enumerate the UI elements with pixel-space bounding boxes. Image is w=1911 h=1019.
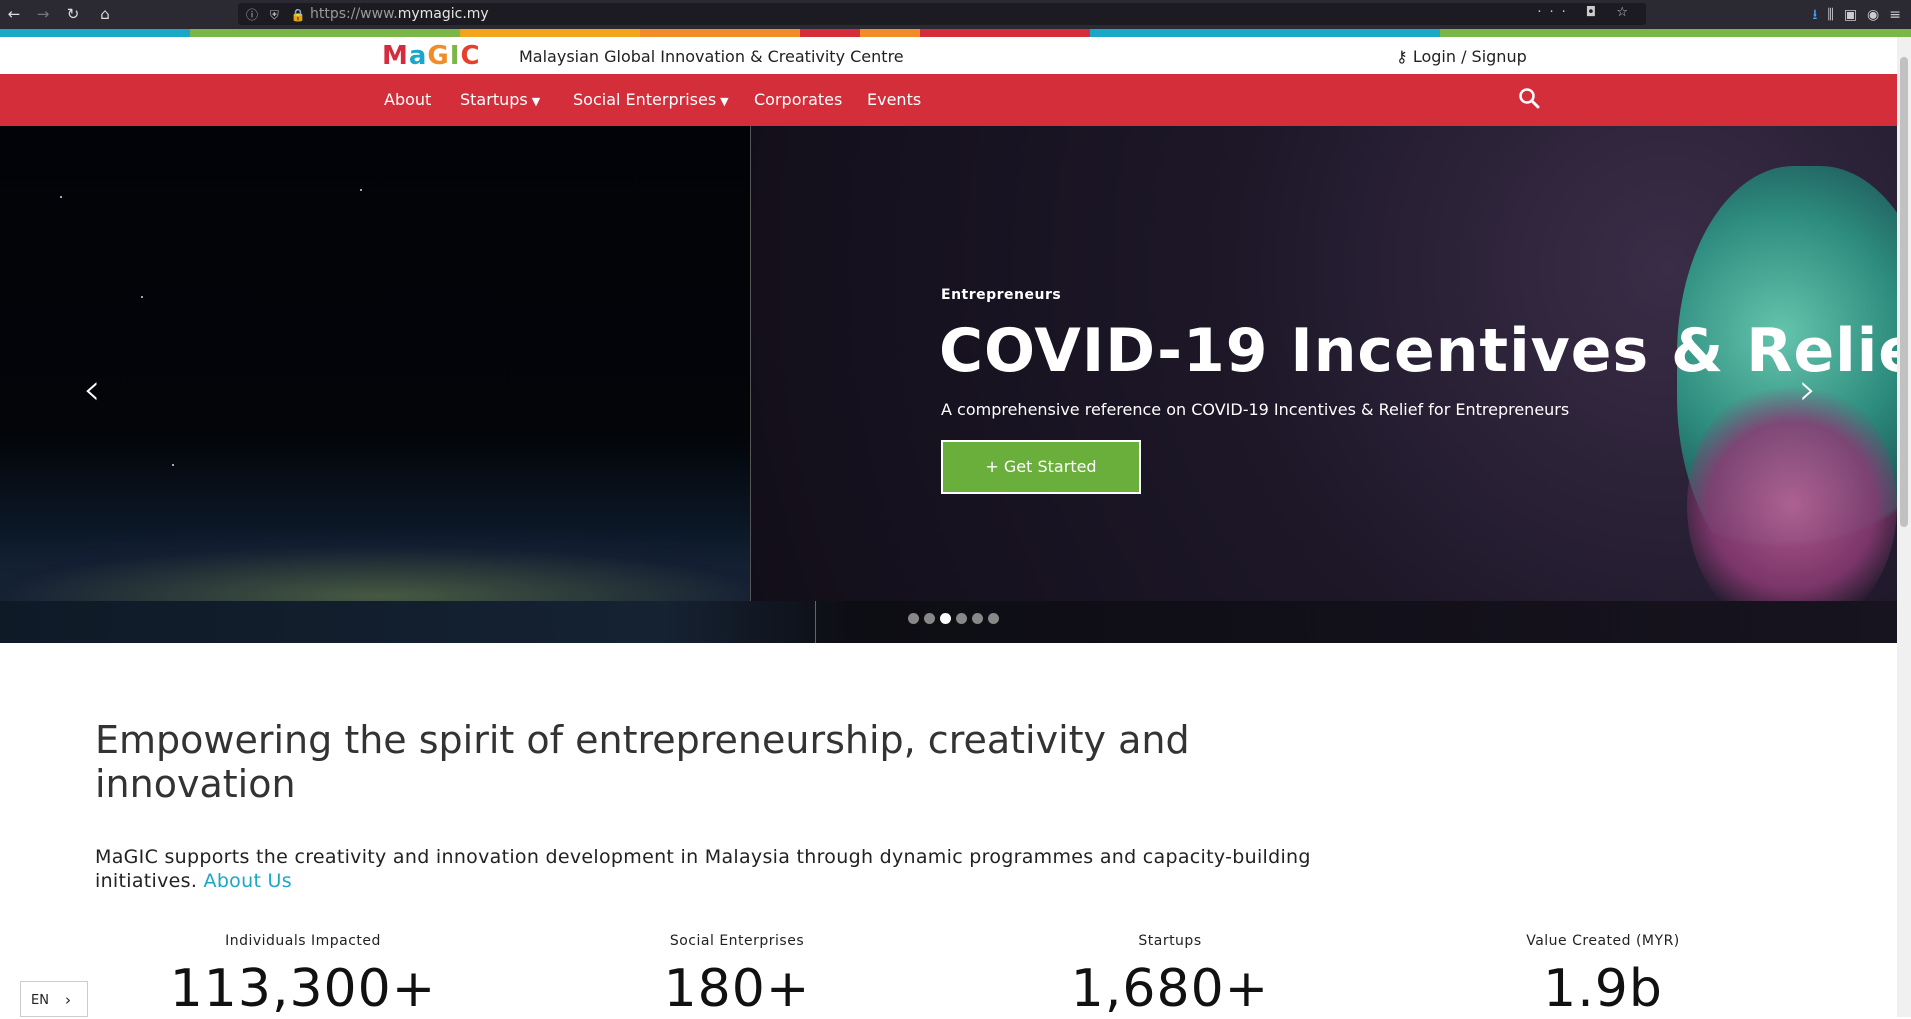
carousel-dot[interactable]	[908, 613, 919, 624]
hero-carousel: Entrepreneurs COVID-19 Incentives & Reli…	[0, 126, 1897, 643]
url-text: https://www.mymagic.my	[310, 6, 489, 22]
stat-value: 1,680+	[1070, 959, 1270, 1019]
nav-item-social-enterprises[interactable]: Social Enterprises ▼	[573, 90, 729, 109]
page-tagline: Empowering the spirit of entrepreneurshi…	[95, 718, 1190, 806]
rainbow-segment	[1440, 29, 1911, 37]
stat-value: 1.9b	[1543, 959, 1663, 1019]
site-info-icon[interactable]: ⓘ ⛨ 🔒	[246, 6, 310, 23]
download-icon[interactable]: ⭳	[1812, 7, 1827, 23]
divider	[815, 601, 816, 643]
rainbow-stripe	[0, 29, 1911, 37]
menu-icon[interactable]: ≡	[1889, 7, 1911, 23]
back-icon[interactable]: ←	[4, 4, 24, 24]
rainbow-segment	[1090, 29, 1440, 37]
library-icon[interactable]: ⫼	[1827, 7, 1843, 23]
login-signup-link[interactable]: ⚷ Login / Signup	[1396, 47, 1527, 66]
carousel-next-icon[interactable]: ›	[1799, 364, 1817, 415]
home-icon[interactable]: ⌂	[95, 4, 115, 24]
toolbar-icons[interactable]: ⭳⫼▣◉≡	[1812, 4, 1911, 28]
carousel-dot[interactable]	[924, 613, 935, 624]
carousel-dot[interactable]	[956, 613, 967, 624]
reload-icon[interactable]: ↻	[63, 4, 83, 24]
login-label: Login / Signup	[1412, 47, 1527, 66]
hero-eyebrow: Entrepreneurs	[941, 287, 1062, 303]
sidebar-icon[interactable]: ▣	[1844, 7, 1867, 23]
intro-paragraph: MaGIC supports the creativity and innova…	[95, 845, 1335, 893]
language-selector[interactable]: EN ›	[20, 981, 88, 1017]
search-icon[interactable]	[1518, 87, 1540, 109]
chevron-right-icon: ›	[65, 991, 71, 1009]
lock-icon: 🔒	[290, 8, 310, 22]
virus-shape	[1687, 376, 1897, 636]
carousel-prev-icon[interactable]: ‹	[83, 364, 101, 415]
rainbow-segment	[460, 29, 640, 37]
carousel-dot[interactable]	[988, 613, 999, 624]
stat-value: 180+	[663, 959, 811, 1019]
nav-item-events[interactable]: Events	[867, 90, 921, 109]
forward-icon[interactable]: →	[33, 4, 53, 24]
main-nav: About Startups ▼ Social Enterprises ▼ Corp…	[0, 74, 1897, 126]
stat-social-enterprises: Social Enterprises 180+	[587, 933, 887, 1019]
hero-title: COVID-19 Incentives & Relief	[939, 316, 1897, 386]
rainbow-segment	[860, 29, 920, 37]
carousel-dot[interactable]	[940, 613, 951, 624]
rainbow-segment	[800, 29, 860, 37]
site-name: Malaysian Global Innovation & Creativity…	[519, 47, 904, 66]
browser-toolbar: ← → ↻ ⌂ ⓘ ⛨ 🔒 https://www.mymagic.my ···…	[0, 0, 1911, 29]
stat-label: Startups	[1138, 933, 1202, 949]
stat-value-created: Value Created (MYR) 1.9b	[1453, 933, 1753, 1019]
scrollbar[interactable]	[1897, 37, 1911, 1017]
stat-label: Social Enterprises	[669, 933, 805, 949]
hero-subtitle: A comprehensive reference on COVID-19 In…	[941, 400, 1570, 419]
carousel-indicators	[908, 613, 999, 624]
stat-value: 113,300+	[169, 959, 437, 1019]
chevron-down-icon: ▼	[531, 95, 541, 108]
account-icon[interactable]: ◉	[1867, 7, 1889, 23]
rainbow-segment	[640, 29, 800, 37]
language-code: EN	[31, 993, 49, 1008]
scrollbar-thumb[interactable]	[1900, 57, 1908, 527]
page-actions-icon[interactable]: ··· ◘ ☆	[1537, 5, 1636, 20]
chevron-down-icon: ▼	[720, 95, 729, 108]
stat-label: Value Created (MYR)	[1526, 933, 1680, 949]
get-started-button[interactable]: + Get Started	[941, 440, 1141, 494]
nav-item-startups[interactable]: Startups ▼	[460, 90, 540, 109]
site-header: MaGIC Malaysian Global Innovation & Crea…	[0, 37, 1897, 74]
stat-individuals: Individuals Impacted 113,300+	[153, 933, 453, 1019]
stat-label: Individuals Impacted	[225, 933, 381, 949]
rainbow-segment	[0, 29, 190, 37]
carousel-dot[interactable]	[972, 613, 983, 624]
key-icon: ⚷	[1396, 47, 1408, 66]
about-us-link[interactable]: About Us	[204, 870, 292, 892]
rainbow-segment	[920, 29, 1090, 37]
address-bar[interactable]: ⓘ ⛨ 🔒 https://www.mymagic.my ··· ◘ ☆	[238, 3, 1646, 25]
star	[141, 296, 143, 298]
star	[60, 196, 62, 198]
rainbow-segment	[190, 29, 460, 37]
magic-logo[interactable]: MaGIC	[382, 41, 481, 71]
nav-item-about[interactable]: About	[384, 90, 431, 109]
star	[172, 464, 174, 466]
nav-item-corporates[interactable]: Corporates	[754, 90, 842, 109]
stat-startups: Startups 1,680+	[1020, 933, 1320, 1019]
star	[360, 189, 362, 191]
earth-night-image	[0, 126, 750, 643]
